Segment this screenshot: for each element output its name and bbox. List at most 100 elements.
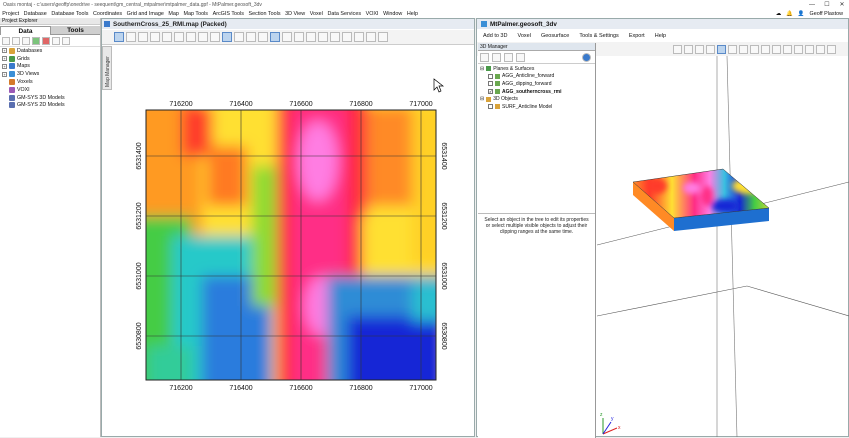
maximize-button[interactable]: ☐ — [820, 0, 834, 9]
select-3d-icon[interactable] — [673, 44, 682, 54]
3d-window-title-bar[interactable]: MtPalmer.geosoft_3dv — [477, 19, 848, 29]
menu-help-3d[interactable]: Help — [655, 33, 666, 39]
section-icon[interactable] — [783, 44, 792, 54]
collapse-icon[interactable]: ⊟ — [480, 66, 484, 72]
notification-icon[interactable]: 🔔 — [786, 11, 793, 17]
open-icon[interactable] — [12, 36, 20, 45]
menu-window[interactable]: Window — [381, 11, 405, 17]
visibility-checkbox[interactable] — [488, 104, 493, 110]
export-icon[interactable] — [366, 32, 376, 42]
menu-add-to-3d[interactable]: Add to 3D — [483, 33, 507, 39]
user-icon[interactable]: 👤 — [798, 11, 805, 17]
overview-icon[interactable] — [234, 32, 244, 42]
menu-3d-view[interactable]: 3D View — [283, 11, 308, 17]
color-icon[interactable] — [330, 32, 340, 42]
pan-icon[interactable] — [150, 32, 160, 42]
tree-item-grids[interactable]: + Grids — [0, 55, 100, 63]
tab-data[interactable]: Data — [0, 26, 51, 35]
view-mode-4-icon[interactable] — [306, 32, 316, 42]
menu-grid-and-image[interactable]: Grid and Image — [124, 11, 166, 17]
visibility-checkbox[interactable] — [488, 73, 493, 79]
stop-icon[interactable] — [52, 36, 60, 45]
zoom-out-icon[interactable] — [174, 32, 184, 42]
measure-icon[interactable] — [318, 32, 328, 42]
menu-voxel-3d[interactable]: Voxel — [517, 33, 530, 39]
expand-icon[interactable]: + — [2, 63, 7, 69]
expand-icon[interactable]: + — [2, 48, 7, 54]
menu-section-tools[interactable]: Section Tools — [246, 11, 283, 17]
cloud-icon[interactable]: ☁ — [776, 11, 781, 17]
light-icon[interactable] — [728, 44, 737, 54]
map-canvas[interactable]: 716200 716400 716600 716800 717000 716200 716… — [112, 46, 474, 436]
tree-item-agg-anticline[interactable]: AGG_Anticline_forward — [478, 73, 595, 81]
menu-export[interactable]: Export — [629, 33, 645, 39]
tree-item-agg-dipping[interactable]: AGG_dipping_forward — [478, 80, 595, 88]
add-object-icon[interactable] — [480, 52, 489, 62]
draw-icon[interactable] — [342, 32, 352, 42]
settings-icon[interactable] — [378, 32, 388, 42]
back-icon[interactable] — [246, 32, 256, 42]
zoom-in-icon[interactable] — [162, 32, 172, 42]
snapshot-icon[interactable] — [761, 44, 770, 54]
zoom-fit-icon[interactable] — [198, 32, 208, 42]
save-icon[interactable] — [22, 36, 30, 45]
view-mode-3-icon[interactable] — [294, 32, 304, 42]
zoom-extent-icon[interactable] — [186, 32, 196, 42]
pan-3d-icon[interactable] — [695, 44, 704, 54]
minimize-button[interactable]: — — [805, 0, 819, 9]
tree-item-3d-views[interactable]: +3D Views — [0, 70, 100, 78]
edit-icon[interactable] — [516, 52, 525, 62]
tree-group-planes[interactable]: ⊟ Planes & Surfaces — [478, 65, 595, 73]
menu-geosurface[interactable]: Geosurface — [541, 33, 569, 39]
scale-icon[interactable] — [739, 44, 748, 54]
expand-icon[interactable]: + — [2, 56, 7, 62]
fly-icon[interactable] — [772, 44, 781, 54]
tab-tools[interactable]: Tools — [51, 26, 100, 35]
tree-item-voxi[interactable]: +VOXI — [0, 86, 100, 94]
tree-item-agg-southerncross[interactable]: ✓ AGG_southerncross_rmi — [478, 88, 595, 96]
menu-project[interactable]: Project — [0, 11, 21, 17]
collapse-icon[interactable]: ⊟ — [480, 96, 484, 102]
close-button[interactable]: ✕ — [835, 0, 849, 9]
axes-icon[interactable] — [805, 44, 814, 54]
3d-scene[interactable]: z x y — [597, 56, 849, 437]
tree-item-maps[interactable]: + Maps — [0, 63, 100, 71]
menu-voxel[interactable]: Voxel — [307, 11, 325, 17]
map-window-title-bar[interactable]: SouthernCross_25_RMI.map (Packed) — [102, 19, 474, 29]
menu-coordinates[interactable]: Coordinates — [91, 11, 125, 17]
map-manager-tab[interactable]: Map Manager — [102, 46, 112, 90]
view-mode-1-icon[interactable] — [270, 32, 280, 42]
tree-item-surf-anticline[interactable]: SURF_Anticline Model — [478, 103, 595, 111]
tree-item-voxels[interactable]: +Voxels — [0, 78, 100, 86]
menu-map[interactable]: Map — [166, 11, 181, 17]
refresh-icon[interactable] — [210, 32, 220, 42]
properties-icon[interactable] — [504, 52, 513, 62]
menu-help[interactable]: Help — [405, 11, 421, 17]
info-icon[interactable] — [126, 32, 136, 42]
menu-database[interactable]: Database — [21, 11, 49, 17]
print-icon[interactable] — [354, 32, 364, 42]
info-3d-icon[interactable] — [827, 44, 836, 54]
menu-arcgis-tools[interactable]: ArcGIS Tools — [210, 11, 246, 17]
user-name[interactable]: Geoff Plastow — [810, 11, 843, 17]
menu-map-tools[interactable]: Map Tools — [181, 11, 210, 17]
new-project-icon[interactable] — [2, 36, 10, 45]
record-icon[interactable] — [42, 36, 50, 45]
tree-item-databases[interactable]: + Databases — [0, 47, 100, 55]
visibility-checkbox-checked[interactable]: ✓ — [488, 89, 493, 95]
tree-group-3d-objects[interactable]: ⊟ 3D Objects — [478, 95, 595, 103]
zoom-3d-icon[interactable] — [706, 44, 715, 54]
remove-object-icon[interactable] — [492, 52, 501, 62]
tree-item-gmsys-2d[interactable]: +GM-SYS 2D Models — [0, 102, 100, 110]
visibility-checkbox[interactable] — [488, 81, 493, 87]
tree-item-gmsys-3d[interactable]: +GM-SYS 3D Models — [0, 94, 100, 102]
view-mode-2-icon[interactable] — [282, 32, 292, 42]
reset-view-icon[interactable] — [750, 44, 759, 54]
measure-3d-icon[interactable] — [816, 44, 825, 54]
menu-tools-settings[interactable]: Tools & Settings — [579, 33, 618, 39]
menu-data-services[interactable]: Data Services — [325, 11, 363, 17]
layer-icon[interactable] — [222, 32, 232, 42]
expand-icon[interactable]: + — [2, 71, 7, 77]
select-tool-icon[interactable] — [114, 32, 124, 42]
menu-voxi[interactable]: VOXI — [363, 11, 380, 17]
